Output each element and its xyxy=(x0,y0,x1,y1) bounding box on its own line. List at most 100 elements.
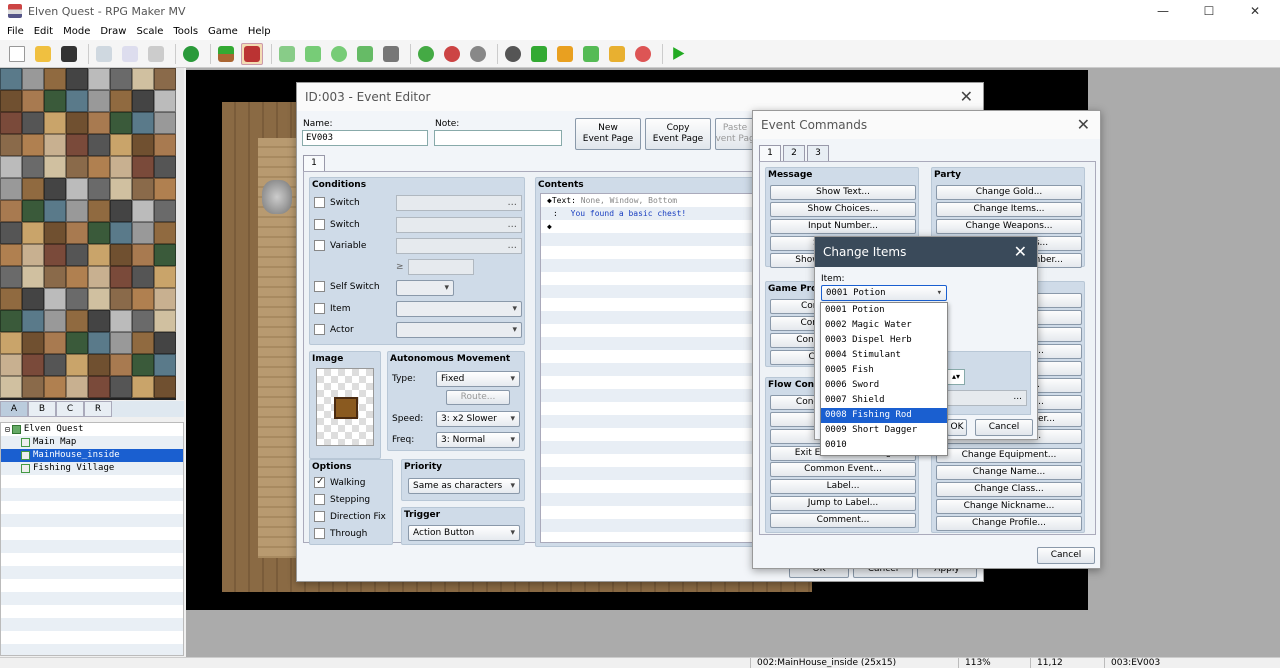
switch2-field[interactable]: ... xyxy=(396,217,522,233)
stepping-checkbox[interactable] xyxy=(314,494,325,505)
paste-icon[interactable] xyxy=(145,43,167,65)
jump-to-label-button[interactable]: Jump to Label... xyxy=(770,496,916,511)
tile[interactable] xyxy=(132,200,154,222)
change-weapons-button[interactable]: Change Weapons... xyxy=(936,219,1082,234)
variable-field[interactable]: ... xyxy=(947,390,1027,406)
speed-select[interactable]: 3: x2 Slower xyxy=(436,411,520,427)
item-option-highlighted[interactable]: 0008 Fishing Rod xyxy=(821,408,947,423)
tile[interactable] xyxy=(132,156,154,178)
tile[interactable] xyxy=(66,244,88,266)
tile[interactable] xyxy=(154,156,176,178)
common-event-button[interactable]: Common Event... xyxy=(770,462,916,477)
item-option[interactable]: 0004 Stimulant xyxy=(821,348,947,363)
character-generator-icon[interactable] xyxy=(632,43,654,65)
tile[interactable] xyxy=(154,178,176,200)
menu-draw[interactable]: Draw xyxy=(95,26,131,37)
item-option[interactable]: 0006 Sword xyxy=(821,378,947,393)
tab-commands-1[interactable]: 1 xyxy=(759,145,781,161)
tile[interactable] xyxy=(66,266,88,288)
tile[interactable] xyxy=(154,222,176,244)
tile[interactable] xyxy=(154,68,176,90)
tile[interactable] xyxy=(0,178,22,200)
ellipse-icon[interactable] xyxy=(328,43,350,65)
tile[interactable] xyxy=(132,222,154,244)
menu-help[interactable]: Help xyxy=(243,26,276,37)
tile[interactable] xyxy=(44,354,66,376)
database-icon[interactable] xyxy=(502,43,524,65)
tile[interactable] xyxy=(132,310,154,332)
tile[interactable] xyxy=(110,90,132,112)
item-dropdown[interactable]: 0001 Potion xyxy=(821,285,947,301)
tree-item-main-map[interactable]: Main Map xyxy=(1,436,183,449)
event-searcher-icon[interactable] xyxy=(580,43,602,65)
change-items-ok-button[interactable]: OK xyxy=(947,419,967,436)
tile[interactable] xyxy=(132,178,154,200)
quantity-spinner[interactable]: ▴▾ xyxy=(947,369,965,385)
tile[interactable] xyxy=(22,244,44,266)
tile[interactable] xyxy=(154,112,176,134)
item-option[interactable]: 0007 Shield xyxy=(821,393,947,408)
self-switch-select[interactable] xyxy=(396,280,454,296)
actor-checkbox[interactable] xyxy=(314,324,325,335)
tile[interactable] xyxy=(132,90,154,112)
tile[interactable] xyxy=(0,200,22,222)
tile[interactable] xyxy=(110,288,132,310)
tile-palette-scrollbar[interactable] xyxy=(176,68,184,400)
note-input[interactable] xyxy=(434,130,562,146)
tile-tab-a[interactable]: A xyxy=(0,401,28,417)
playtest-icon[interactable] xyxy=(667,43,689,65)
tile[interactable] xyxy=(66,178,88,200)
name-input[interactable]: EV003 xyxy=(302,130,428,146)
item-option[interactable]: 0002 Magic Water xyxy=(821,318,947,333)
menu-edit[interactable]: Edit xyxy=(29,26,58,37)
tile[interactable] xyxy=(0,156,22,178)
tile[interactable] xyxy=(22,68,44,90)
tile[interactable] xyxy=(44,90,66,112)
tile[interactable] xyxy=(154,244,176,266)
tile[interactable] xyxy=(0,134,22,156)
tile[interactable] xyxy=(132,68,154,90)
tile[interactable] xyxy=(66,200,88,222)
tile[interactable] xyxy=(110,244,132,266)
tile[interactable] xyxy=(22,332,44,354)
close-icon[interactable]: ✕ xyxy=(960,83,973,111)
tile[interactable] xyxy=(66,68,88,90)
tile[interactable] xyxy=(22,266,44,288)
tile[interactable] xyxy=(110,332,132,354)
tile[interactable] xyxy=(44,310,66,332)
tile[interactable] xyxy=(110,200,132,222)
menu-tools[interactable]: Tools xyxy=(168,26,203,37)
change-items-cancel-button[interactable]: Cancel xyxy=(975,419,1033,436)
tile[interactable] xyxy=(154,288,176,310)
tile[interactable] xyxy=(0,90,22,112)
change-items-button[interactable]: Change Items... xyxy=(936,202,1082,217)
tile[interactable] xyxy=(66,112,88,134)
self-switch-checkbox[interactable] xyxy=(314,281,325,292)
tile[interactable] xyxy=(110,112,132,134)
tile[interactable] xyxy=(44,266,66,288)
menu-scale[interactable]: Scale xyxy=(131,26,168,37)
tile[interactable] xyxy=(0,244,22,266)
tile[interactable] xyxy=(0,376,22,398)
event-mode-icon[interactable] xyxy=(241,42,263,65)
change-name-button[interactable]: Change Name... xyxy=(936,465,1082,480)
tile[interactable] xyxy=(110,266,132,288)
variable-value-spinner[interactable] xyxy=(408,259,474,275)
tile[interactable] xyxy=(22,178,44,200)
tile[interactable] xyxy=(44,376,66,398)
tile[interactable] xyxy=(22,112,44,134)
undo-icon[interactable] xyxy=(180,43,202,65)
change-gold-button[interactable]: Change Gold... xyxy=(936,185,1082,200)
tile-tab-r[interactable]: R xyxy=(84,401,112,417)
plugin-icon[interactable] xyxy=(528,43,550,65)
change-nickname-button[interactable]: Change Nickname... xyxy=(936,499,1082,514)
item-checkbox[interactable] xyxy=(314,303,325,314)
walking-checkbox[interactable] xyxy=(314,476,325,488)
tile[interactable] xyxy=(0,112,22,134)
item-select[interactable] xyxy=(396,301,522,317)
tile[interactable] xyxy=(110,156,132,178)
tile[interactable] xyxy=(88,134,110,156)
tile[interactable] xyxy=(88,178,110,200)
tile[interactable] xyxy=(0,266,22,288)
pot-sprite[interactable] xyxy=(262,180,292,214)
